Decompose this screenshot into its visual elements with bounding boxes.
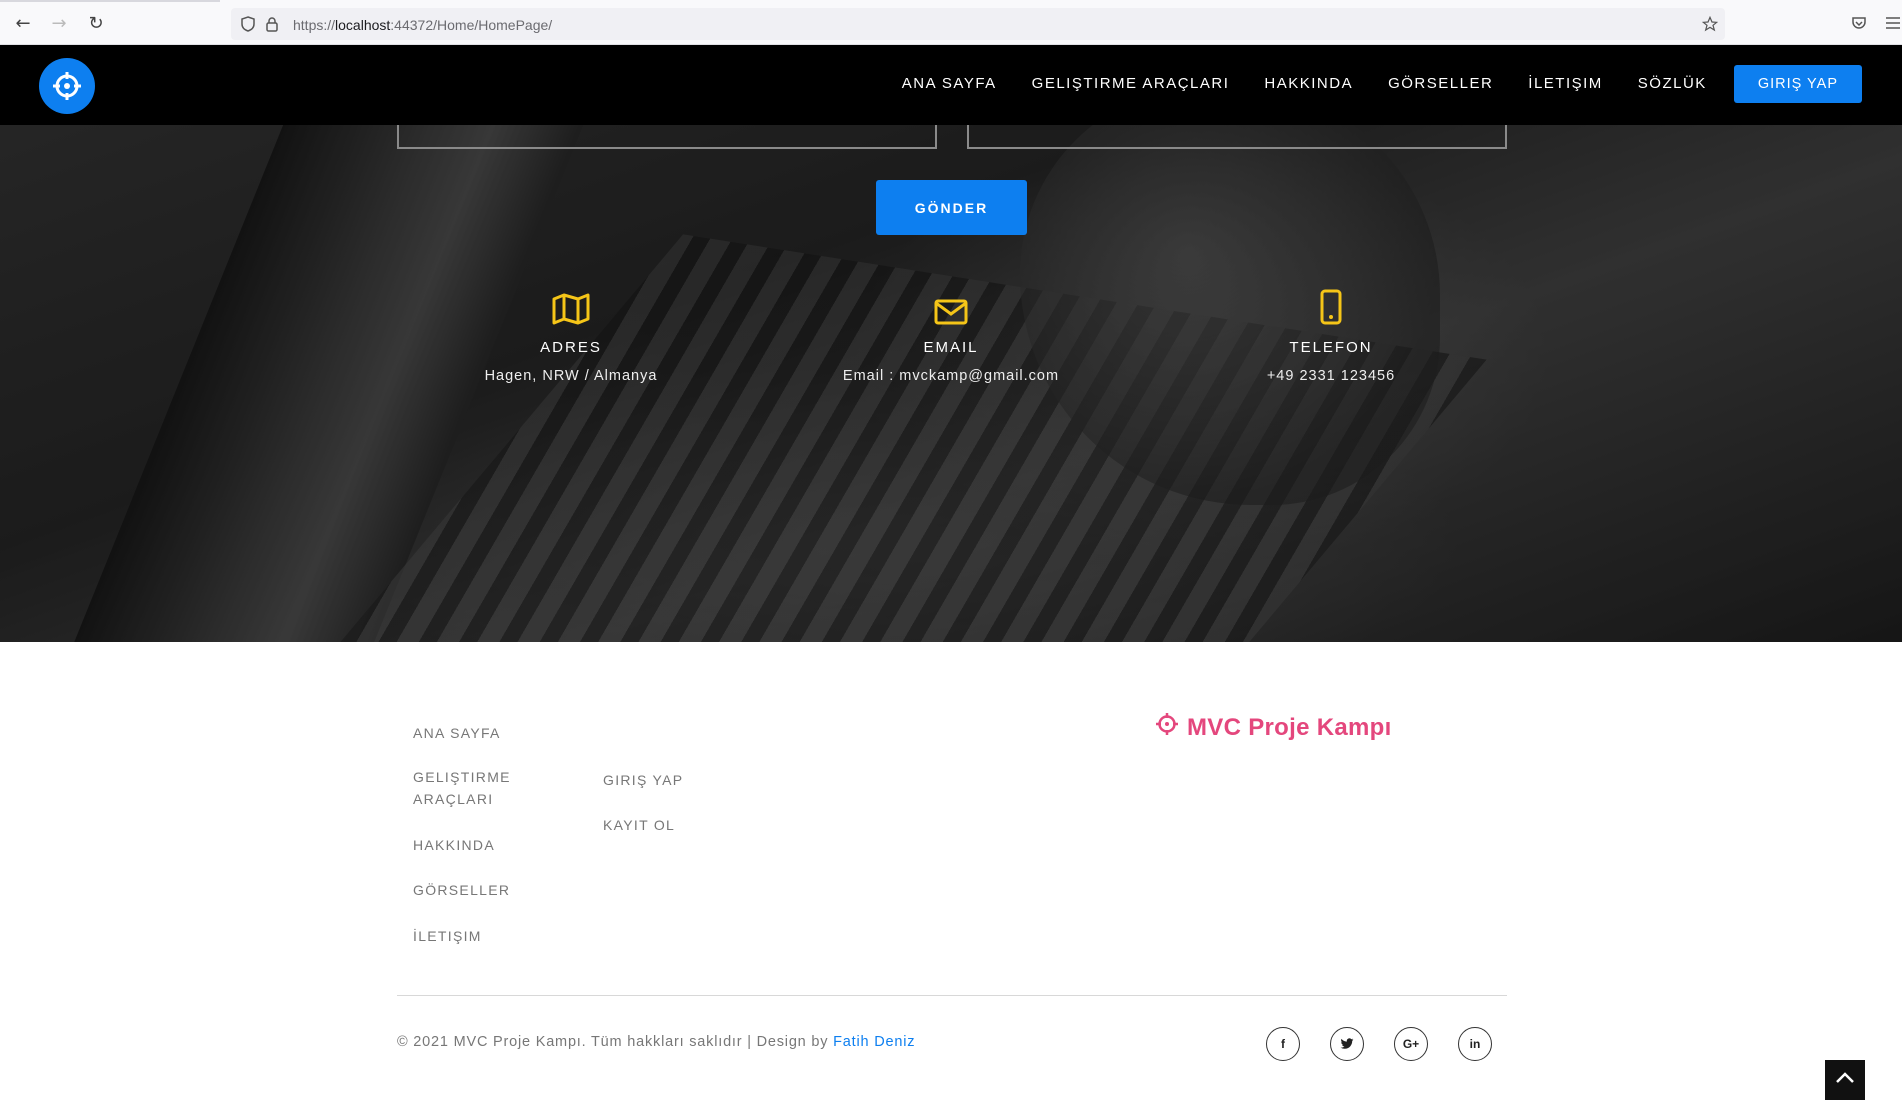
address-bar[interactable]: https://localhost:44372/Home/HomePage/ — [231, 8, 1725, 40]
footer-link-about[interactable]: HAKKINDA — [413, 834, 495, 856]
pocket-icon[interactable] — [1848, 12, 1870, 34]
address-title: ADRES — [540, 339, 602, 356]
footer-link-dev-tools[interactable]: GELIŞTIRME — [413, 766, 511, 788]
linkedin-icon[interactable]: in — [1458, 1027, 1492, 1061]
back-icon[interactable]: ← — [12, 12, 34, 34]
browser-toolbar: ← → ↻ https://localhost:44372/Home/HomeP… — [0, 0, 1902, 45]
nav-link-about[interactable]: HAKKINDA — [1264, 65, 1353, 103]
google-plus-icon[interactable]: G+ — [1394, 1027, 1428, 1061]
footer-link-home[interactable]: ANA SAYFA — [413, 722, 501, 744]
contact-section: GÖNDER ADRES Hagen, NRW / Almanya EMAIL … — [0, 125, 1902, 642]
address-info: ADRES Hagen, NRW / Almanya — [421, 283, 721, 384]
footer-link-register[interactable]: KAYIT OL — [603, 814, 675, 836]
site-logo-crosshair-icon[interactable] — [39, 58, 95, 114]
name-input[interactable] — [397, 125, 937, 149]
facebook-icon[interactable]: f — [1266, 1027, 1300, 1061]
crosshair-icon — [1155, 712, 1179, 743]
nav-link-home[interactable]: ANA SAYFA — [902, 65, 997, 103]
nav-link-dictionary[interactable]: SÖZLÜK — [1638, 65, 1707, 103]
copyright-text: © 2021 MVC Proje Kampı. Tüm hakkları sak… — [397, 1034, 916, 1050]
footer-brand[interactable]: MVC Proje Kampı — [1155, 712, 1392, 743]
chevron-up-icon — [1835, 1071, 1855, 1089]
bookmark-star-icon[interactable] — [1701, 15, 1719, 33]
footer-link-dev-tools-line2[interactable]: ARAÇLARI — [413, 788, 493, 810]
forward-icon[interactable]: → — [48, 12, 70, 34]
address-value: Hagen, NRW / Almanya — [484, 368, 658, 384]
nav-link-contact[interactable]: İLETIŞIM — [1528, 65, 1603, 103]
nav-link-gallery[interactable]: GÖRSELLER — [1388, 65, 1493, 103]
send-button[interactable]: GÖNDER — [876, 180, 1027, 235]
url-text[interactable]: https://localhost:44372/Home/HomePage/ — [293, 17, 552, 33]
shield-icon[interactable] — [239, 15, 257, 33]
nav-link-dev-tools[interactable]: GELIŞTIRME ARAÇLARI — [1032, 65, 1230, 103]
login-button[interactable]: GIRIŞ YAP — [1733, 65, 1862, 103]
scroll-to-top-button[interactable] — [1825, 1060, 1865, 1100]
phone-value: +49 2331 123456 — [1266, 368, 1396, 384]
designer-link[interactable]: Fatih Deniz — [833, 1034, 915, 1050]
footer-link-gallery[interactable]: GÖRSELLER — [413, 879, 510, 901]
footer-divider — [397, 995, 1507, 996]
lock-icon[interactable] — [263, 15, 281, 33]
mobile-phone-icon — [1181, 283, 1481, 325]
reload-icon[interactable]: ↻ — [85, 12, 107, 34]
brand-name: MVC Proje Kampı — [1187, 713, 1392, 741]
site-navbar: ANA SAYFA GELIŞTIRME ARAÇLARI HAKKINDA G… — [0, 45, 1902, 125]
twitter-icon[interactable] — [1330, 1027, 1364, 1061]
envelope-icon — [801, 283, 1101, 325]
page-load-indicator — [0, 0, 220, 2]
main-menu: ANA SAYFA GELIŞTIRME ARAÇLARI HAKKINDA G… — [867, 65, 1862, 103]
footer-link-login[interactable]: GIRIŞ YAP — [603, 769, 683, 791]
map-icon — [421, 283, 721, 325]
phone-info: TELEFON +49 2331 123456 — [1181, 283, 1481, 384]
email-input[interactable] — [967, 125, 1507, 149]
email-info: EMAIL Email : mvckamp@gmail.com — [801, 283, 1101, 384]
footer-link-contact[interactable]: İLETIŞIM — [413, 925, 482, 947]
email-title: EMAIL — [923, 339, 979, 356]
hamburger-menu-icon[interactable] — [1882, 12, 1902, 34]
email-value: Email : mvckamp@gmail.com — [842, 368, 1060, 384]
phone-title: TELEFON — [1289, 339, 1373, 356]
